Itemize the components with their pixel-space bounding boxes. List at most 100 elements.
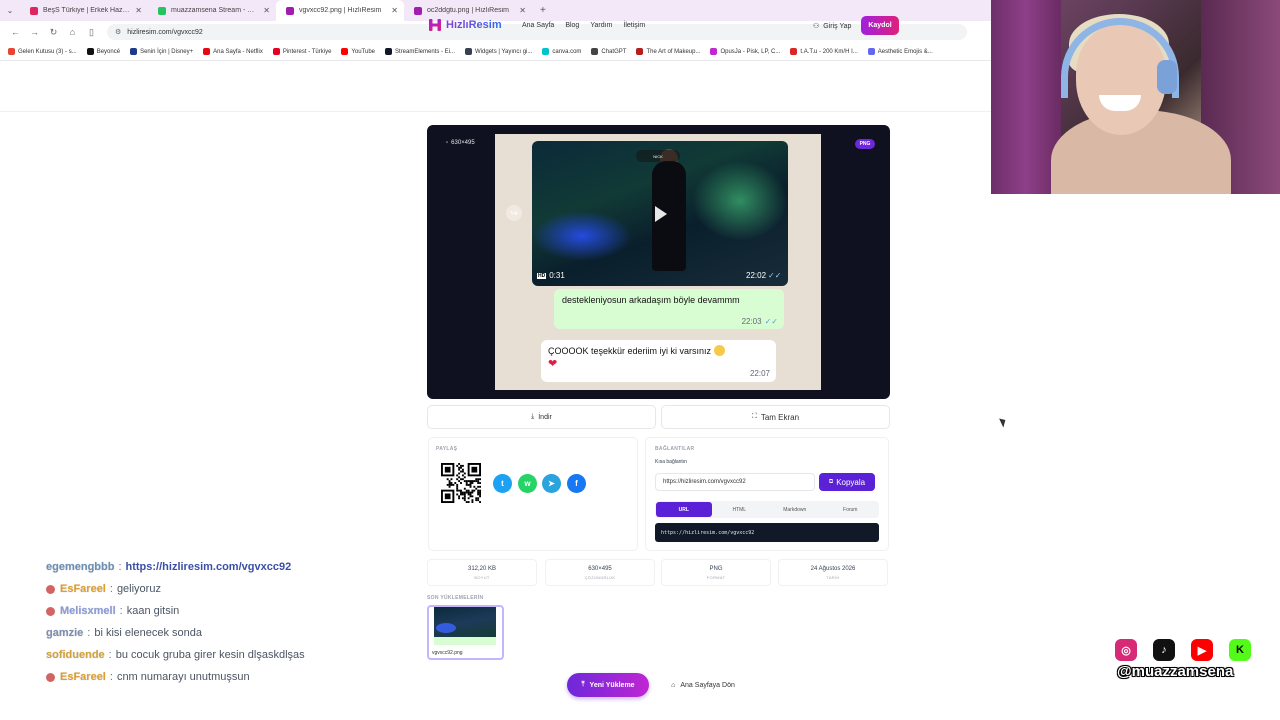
kick-icon: K [1229, 639, 1251, 661]
chat-username: EsFareel [60, 671, 106, 683]
bookmark-item[interactable]: canva.com [542, 48, 581, 55]
close-icon[interactable]: ✕ [263, 6, 270, 15]
bookmark-item[interactable]: The Art of Makeup... [636, 48, 700, 55]
fullscreen-button[interactable]: ⛶ Tam Ekran [661, 405, 890, 429]
bookmark-favicon-icon [790, 48, 798, 55]
kick-favicon-icon [158, 6, 166, 15]
copy-label: Kopyala [836, 477, 866, 487]
bookmark-favicon-icon [203, 48, 211, 55]
close-icon[interactable]: ✕ [519, 6, 526, 15]
tab-forum[interactable]: Forum [823, 502, 879, 517]
site-info-icon[interactable]: ⚙ [115, 28, 121, 36]
bookmark-label: canva.com [552, 48, 582, 55]
tab-html[interactable]: HTML [712, 502, 768, 517]
bookmark-favicon-icon [8, 48, 15, 55]
chat-text[interactable]: https://hizliresim.com/vgvxcc92 [126, 561, 292, 573]
nav-contact[interactable]: İletişim [623, 22, 645, 29]
tab-url[interactable]: URL [656, 502, 712, 517]
video-timestamp: 22:02 ✓✓ [746, 271, 781, 280]
new-upload-button[interactable]: ⤒ Yeni Yükleme [567, 673, 649, 697]
bookmark-label: Senin İçin | Disney+ [140, 48, 194, 55]
chat-message: gamzie: bi kisi elenecek sonda [46, 627, 202, 639]
stat-label: FORMAT [706, 575, 726, 580]
logo-text: HızlıResim [446, 19, 502, 31]
download-icon: ⤓ [531, 413, 535, 420]
bookmark-item[interactable]: t.A.T.u - 200 Km/H I... [790, 48, 858, 55]
incoming-message-time: 22:07 [749, 369, 770, 378]
close-icon[interactable]: ✕ [135, 6, 142, 15]
read-check-icon: ✓✓ [764, 317, 778, 326]
recent-uploads-title: SON YÜKLEMELERİN [427, 595, 484, 601]
bookmark-item[interactable]: ChatGPT [591, 48, 626, 55]
bookmark-label: Gelen Kutusu (3) - s... [18, 48, 77, 55]
nav-blog[interactable]: Blog [565, 22, 579, 29]
format-badge: PNG [855, 139, 875, 149]
outgoing-message-text: destekleniyosun arkadaşım böyle devammm [562, 295, 740, 305]
bookmarks-bar: Gelen Kutusu (3) - s... Beyoncé Senin İçin… [0, 43, 991, 61]
bookmark-item[interactable]: Senin İçin | Disney+ [130, 48, 193, 55]
outgoing-message: destekleniyosun arkadaşım böyle devammm … [554, 289, 784, 329]
play-icon [655, 206, 667, 222]
browser-tab-active[interactable]: vgvxcc92.png | HızlıResim ✕ [276, 0, 404, 21]
back-icon[interactable]: ← [6, 27, 25, 37]
bookmark-favicon-icon [542, 48, 550, 55]
bookmark-item[interactable]: Widgets | Yayıncı gi... [465, 48, 532, 55]
close-icon[interactable]: ✕ [391, 6, 398, 15]
bookmark-item[interactable]: Beyoncé [86, 48, 120, 55]
url-text: hizliresim.com/vgvxcc92 [127, 28, 203, 36]
chat-text: cnm numarayı unutmuşsun [116, 671, 250, 683]
hizliresim-favicon-icon [286, 6, 294, 15]
forward-icon[interactable]: → [25, 27, 44, 37]
nav-home[interactable]: Ana Sayfa [522, 22, 554, 29]
bookmark-label: t.A.T.u - 200 Km/H I... [800, 48, 858, 55]
login-link[interactable]: ⚇ Giriş Yap [813, 22, 851, 31]
sidebar-icon[interactable]: ▯ [82, 27, 101, 38]
back-home-label: Ana Sayfaya Dön [680, 681, 735, 689]
bookmark-item[interactable]: Gelen Kutusu (3) - s... [8, 48, 77, 55]
stat-value: 630×495 [588, 566, 612, 572]
chat-username: Melisxmell [60, 605, 116, 617]
bookmark-item[interactable]: YouTube [341, 48, 375, 55]
read-check-icon: ✓✓ [768, 271, 782, 280]
bookmark-label: StreamElements - Ei... [395, 48, 456, 55]
share-whatsapp-icon[interactable]: w [518, 474, 537, 493]
embed-code-box[interactable]: https://hizliresim.com/vgvxcc92 [655, 523, 879, 542]
signup-button[interactable]: Kaydol [861, 16, 899, 35]
bookmark-favicon-icon [591, 48, 599, 55]
dimensions-label: 630×495 [451, 140, 475, 146]
bookmark-item[interactable]: StreamElements - Ei... [385, 48, 455, 55]
mouse-cursor-icon [999, 416, 1008, 428]
reload-icon[interactable]: ↻ [44, 27, 63, 38]
tab-markdown[interactable]: Markdown [767, 502, 823, 517]
bookmark-item[interactable]: Pinterest - Türkiye [272, 48, 331, 55]
browser-tab[interactable]: muazzamsena Stream - Watch ✕ [148, 0, 276, 21]
tiktok-icon: ♪ [1153, 639, 1175, 661]
chat-message: egemengbbb: https://hizliresim.com/vgvxcc… [46, 561, 292, 573]
stream-handle: @muazzamsena [1117, 663, 1234, 680]
tab-label: oc2ddgtu.png | HızlıResim [427, 7, 509, 14]
new-tab-icon[interactable]: + [540, 5, 546, 16]
download-button[interactable]: ⤓ İndir [427, 405, 656, 429]
share-telegram-icon[interactable]: ➤ [542, 474, 561, 493]
tab-search-icon[interactable]: ⌄ [0, 6, 20, 15]
bookmark-item[interactable]: OpusJa - Pisk, LP, C... [710, 48, 780, 55]
new-upload-label: Yeni Yükleme [589, 681, 635, 689]
copy-button[interactable]: ⧉ Kopyala [819, 473, 875, 491]
back-home-button[interactable]: ⌂ Ana Sayfaya Dön [658, 673, 748, 697]
browser-tab[interactable]: BeşS Türkiye | Erkek Hazırlık Se ✕ [20, 0, 148, 21]
outgoing-message-time: 22:03 ✓✓ [741, 317, 778, 326]
home-icon[interactable]: ⌂ [63, 27, 82, 37]
qr-code[interactable] [441, 463, 481, 503]
site-logo[interactable]: HızlıResim [428, 18, 502, 32]
links-title: BAĞLANTILAR [655, 446, 695, 452]
recent-upload-name: vgvxcc92.png [432, 650, 463, 656]
share-facebook-icon[interactable]: f [567, 474, 586, 493]
user-icon: ⚇ [813, 23, 820, 30]
share-twitter-icon[interactable]: t [493, 474, 512, 493]
short-link-input[interactable]: https://hizliresim.com/vgvxcc92 [655, 473, 815, 491]
nav-help[interactable]: Yardım [590, 22, 612, 29]
heart-emoji-icon: ❤ [548, 358, 558, 370]
bookmark-item[interactable]: Aesthetic Emojis &... [867, 48, 933, 55]
video-duration-label: 0:31 [549, 271, 565, 280]
bookmark-item[interactable]: Ana Sayfa - Netflix [203, 48, 263, 55]
